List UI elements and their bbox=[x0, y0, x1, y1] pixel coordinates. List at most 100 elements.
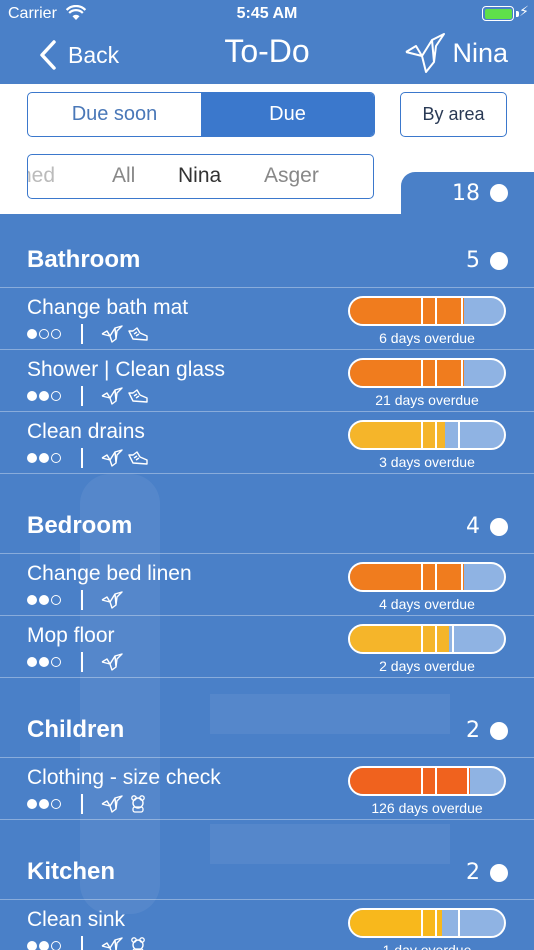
overdue-label: 2 days overdue bbox=[379, 658, 475, 674]
progress-bar bbox=[348, 296, 506, 326]
progress-tick bbox=[434, 768, 437, 794]
rating-dot-icon bbox=[51, 329, 61, 339]
segment-due-soon[interactable]: Due soon bbox=[28, 93, 201, 136]
task-name: Clothing - size check bbox=[27, 766, 221, 789]
crane-icon bbox=[101, 795, 127, 813]
divider bbox=[81, 590, 83, 610]
rating-dot-icon bbox=[51, 391, 61, 401]
bear-icon bbox=[127, 795, 153, 813]
task-name: Mop floor bbox=[27, 624, 115, 647]
task-name: Clean drains bbox=[27, 420, 145, 443]
section-count: 2 bbox=[466, 718, 508, 743]
task-list[interactable]: Bathroom 5 Change bath mat 6 days overdue Sh… bbox=[0, 214, 534, 950]
user-name: Nina bbox=[452, 37, 508, 68]
progress-fill bbox=[350, 910, 443, 936]
task-row[interactable]: Clean sink 1 day overdue bbox=[0, 900, 534, 950]
progress-tick bbox=[434, 910, 437, 936]
rating-dot-icon bbox=[27, 595, 37, 605]
rating-dot-icon bbox=[39, 941, 49, 950]
divider bbox=[81, 794, 83, 814]
rating-dot-icon bbox=[27, 941, 37, 950]
divider bbox=[81, 448, 83, 468]
task-row[interactable]: Change bath mat 6 days overdue bbox=[0, 288, 534, 350]
due-segmented-control: Due soon Due bbox=[27, 92, 375, 137]
crane-icon bbox=[405, 33, 446, 73]
progress-fill bbox=[350, 564, 464, 590]
person-filter-asger[interactable]: Asger bbox=[264, 164, 319, 188]
status-bar: Carrier 5:45 AM ⚡ bbox=[0, 0, 534, 30]
crane-icon bbox=[101, 591, 127, 609]
person-filter-hed[interactable]: hed bbox=[28, 164, 55, 188]
segment-due[interactable]: Due bbox=[201, 93, 374, 136]
progress-tick bbox=[457, 422, 460, 448]
progress-bar bbox=[348, 562, 506, 592]
task-meta bbox=[27, 652, 127, 672]
rating-dot-icon bbox=[27, 453, 37, 463]
progress-bar bbox=[348, 766, 506, 796]
rating-dot-icon bbox=[27, 391, 37, 401]
charging-icon: ⚡ bbox=[519, 4, 529, 20]
person-filter-all[interactable]: All bbox=[112, 164, 135, 188]
progress-bar bbox=[348, 624, 506, 654]
progress-tick bbox=[434, 564, 437, 590]
progress-tick bbox=[420, 422, 423, 448]
task-meta bbox=[27, 324, 153, 344]
task-row[interactable]: Clothing - size check 126 days overdue bbox=[0, 758, 534, 820]
rating-dot-icon bbox=[39, 799, 49, 809]
section-header-kitchen: Kitchen 2 bbox=[0, 848, 534, 900]
effort-rating bbox=[27, 391, 63, 401]
progress-tick bbox=[460, 360, 463, 386]
rating-dot-icon bbox=[51, 453, 61, 463]
task-meta bbox=[27, 794, 153, 814]
person-filter-nina[interactable]: Nina bbox=[178, 164, 221, 188]
section-title: Kitchen bbox=[27, 858, 116, 885]
task-meta bbox=[27, 386, 153, 406]
shoe-icon bbox=[127, 387, 153, 405]
crane-icon bbox=[101, 653, 127, 671]
progress-tick bbox=[451, 626, 454, 652]
task-name: Shower | Clean glass bbox=[27, 358, 226, 381]
section-header-bathroom: Bathroom 5 bbox=[0, 236, 534, 288]
navigation-bar: Carrier 5:45 AM ⚡ Back To-Do Nina bbox=[0, 0, 534, 84]
task-name: Change bath mat bbox=[27, 296, 189, 319]
section-count-value: 2 bbox=[466, 718, 480, 743]
shoe-icon bbox=[127, 449, 153, 467]
user-button[interactable]: Nina bbox=[404, 32, 508, 74]
section-title: Children bbox=[27, 716, 125, 743]
crane-icon bbox=[101, 325, 127, 343]
progress-tick bbox=[460, 298, 463, 324]
overdue-label: 21 days overdue bbox=[375, 392, 479, 408]
rating-dot-icon bbox=[39, 329, 49, 339]
clock: 5:45 AM bbox=[236, 5, 298, 22]
count-dot-icon bbox=[490, 184, 508, 202]
task-name: Clean sink bbox=[27, 908, 126, 931]
progress-tick bbox=[420, 768, 423, 794]
rating-dot-icon bbox=[39, 595, 49, 605]
shoe-icon bbox=[127, 325, 153, 343]
progress-tick bbox=[434, 626, 437, 652]
rating-dot-icon bbox=[39, 391, 49, 401]
task-row[interactable]: Clean drains 3 days overdue bbox=[0, 412, 534, 474]
by-area-button[interactable]: By area bbox=[400, 92, 507, 137]
section-count: 4 bbox=[466, 514, 508, 539]
rating-dot-icon bbox=[51, 941, 61, 950]
battery-icon bbox=[482, 6, 514, 21]
count-dot-icon bbox=[490, 251, 508, 270]
progress-tick bbox=[434, 360, 437, 386]
task-row[interactable]: Mop floor 2 days overdue bbox=[0, 616, 534, 678]
progress-tick bbox=[460, 564, 463, 590]
overdue-label: 126 days overdue bbox=[371, 800, 483, 816]
section-header-children: Children 2 bbox=[0, 706, 534, 758]
effort-rating bbox=[27, 799, 63, 809]
progress-tick bbox=[420, 564, 423, 590]
effort-rating bbox=[27, 453, 63, 463]
rating-dot-icon bbox=[51, 595, 61, 605]
rating-dot-icon bbox=[27, 329, 37, 339]
section-title: Bathroom bbox=[27, 246, 141, 273]
progress-fill bbox=[350, 360, 464, 386]
task-row[interactable]: Shower | Clean glass 21 days overdue bbox=[0, 350, 534, 412]
bear-icon bbox=[127, 937, 153, 950]
task-row[interactable]: Change bed linen 4 days overdue bbox=[0, 554, 534, 616]
person-filter-scroller[interactable]: hed All Nina Asger bbox=[27, 154, 374, 199]
divider bbox=[81, 324, 83, 344]
